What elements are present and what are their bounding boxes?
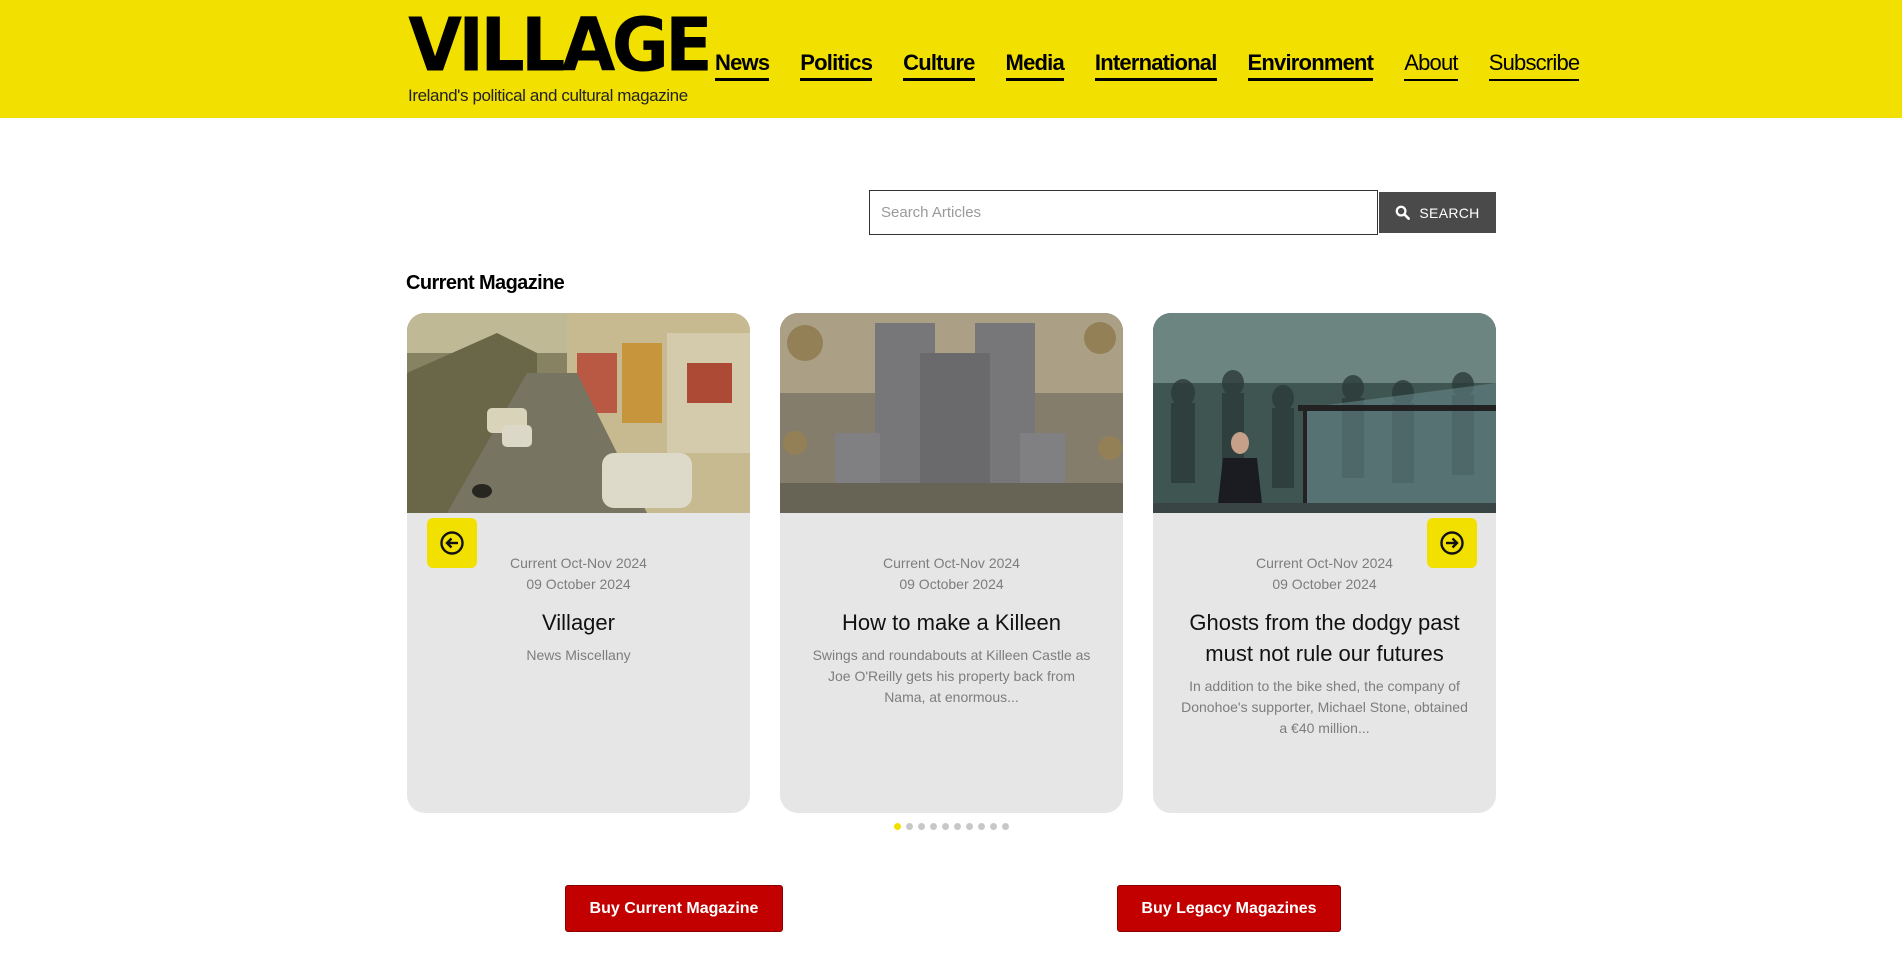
article-card-2[interactable]: Current Oct-Nov 2024 09 October 2024 How… — [780, 313, 1123, 813]
arrow-left-circle-icon — [440, 531, 464, 555]
card-date: 09 October 2024 — [899, 576, 1004, 592]
carousel-dot-10[interactable] — [1002, 823, 1009, 830]
buy-legacy-magazines-button[interactable]: Buy Legacy Magazines — [1117, 885, 1341, 932]
nav-about[interactable]: About — [1404, 50, 1458, 81]
search-button[interactable]: SEARCH — [1379, 192, 1496, 233]
section-title: Current Magazine — [406, 272, 565, 294]
card-title[interactable]: Ghosts from the dodgy past must not rule… — [1181, 607, 1468, 669]
card-date: 09 October 2024 — [526, 576, 631, 592]
bad-bank-castle-illustration[interactable] — [780, 313, 1123, 513]
carousel-pagination — [894, 823, 1009, 830]
search-icon — [1396, 205, 1411, 220]
carousel-dot-7[interactable] — [966, 823, 973, 830]
opw-ghosts-illustration[interactable] — [1153, 313, 1496, 513]
search-button-label: SEARCH — [1419, 204, 1480, 221]
irish-town-street-photo[interactable] — [407, 313, 750, 513]
card-description: In addition to the bike shed, the compan… — [1181, 678, 1468, 736]
nav-subscribe[interactable]: Subscribe — [1488, 50, 1580, 81]
logo-wordmark[interactable]: VILLAGE — [408, 8, 713, 82]
carousel-dot-2[interactable] — [906, 823, 913, 830]
card-date: 09 October 2024 — [1272, 576, 1377, 592]
carousel-dot-9[interactable] — [990, 823, 997, 830]
carousel-dot-5[interactable] — [942, 823, 949, 830]
carousel-prev-button[interactable] — [427, 518, 477, 568]
card-issue: Current Oct-Nov 2024 — [883, 555, 1020, 571]
search-input[interactable] — [869, 190, 1378, 235]
carousel-dot-4[interactable] — [930, 823, 937, 830]
nav-environment[interactable]: Environment — [1247, 50, 1374, 81]
main-nav: News Politics Culture Media Internationa… — [715, 50, 1610, 81]
arrow-right-circle-icon — [1440, 531, 1464, 555]
site-header: VILLAGE Ireland's political and cultural… — [0, 0, 1902, 118]
carousel-dot-6[interactable] — [954, 823, 961, 830]
card-title[interactable]: How to make a Killeen — [808, 607, 1095, 638]
site-logo[interactable]: VILLAGE Ireland's political and cultural… — [408, 8, 713, 106]
card-description: News Miscellany — [526, 647, 631, 663]
buy-current-magazine-button[interactable]: Buy Current Magazine — [565, 885, 783, 932]
nav-international[interactable]: International — [1094, 50, 1217, 81]
carousel-dot-8[interactable] — [978, 823, 985, 830]
card-issue: Current Oct-Nov 2024 — [1256, 555, 1393, 571]
logo-tagline: Ireland's political and cultural magazin… — [408, 86, 688, 105]
nav-culture[interactable]: Culture — [903, 50, 975, 81]
carousel-dot-1[interactable] — [894, 823, 901, 830]
card-description: Swings and roundabouts at Killeen Castle… — [812, 647, 1091, 705]
carousel-next-button[interactable] — [1427, 518, 1477, 568]
card-issue: Current Oct-Nov 2024 — [510, 555, 647, 571]
nav-news[interactable]: News — [715, 50, 770, 81]
card-title[interactable]: Villager — [435, 607, 722, 638]
nav-media[interactable]: Media — [1005, 50, 1065, 81]
nav-politics[interactable]: Politics — [800, 50, 873, 81]
carousel-dot-3[interactable] — [918, 823, 925, 830]
